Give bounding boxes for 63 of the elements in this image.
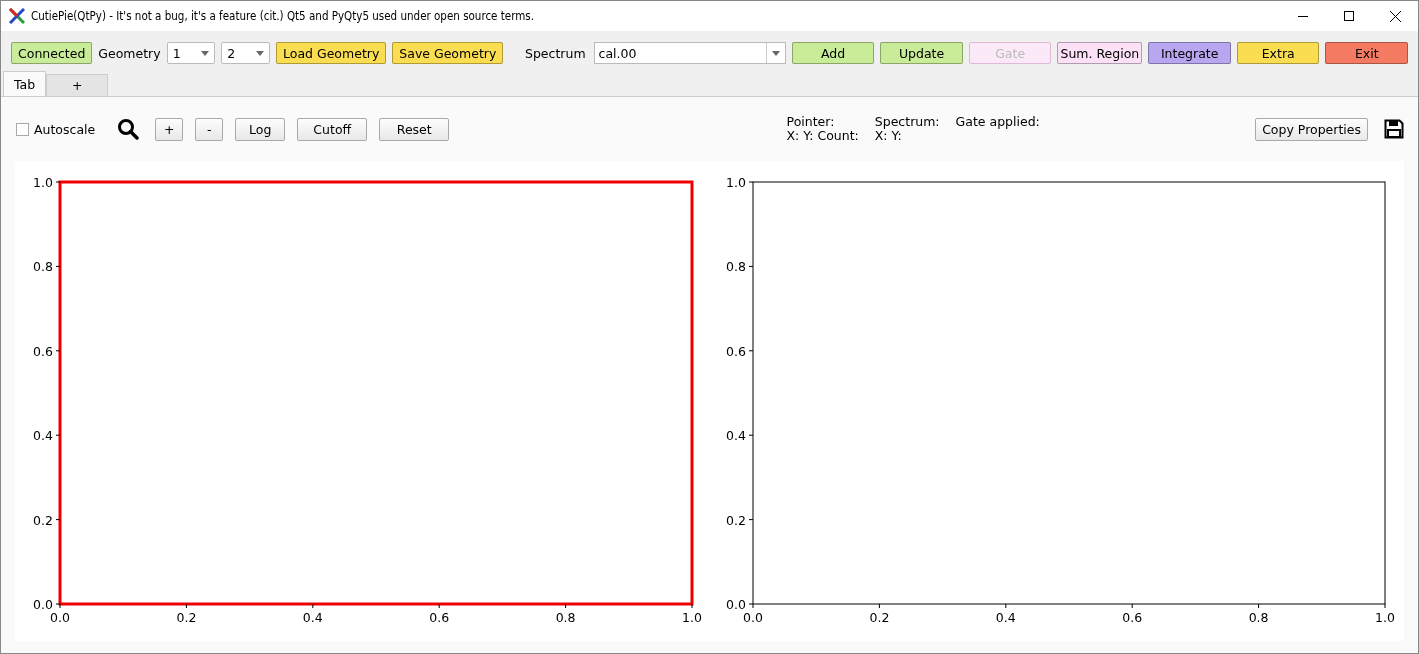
- field-label: Geometry: [98, 45, 161, 61]
- x-tick-label: 0.0: [50, 610, 70, 625]
- y-tick-label: 0.6: [33, 343, 53, 359]
- toolbar-button[interactable]: Extra: [1236, 42, 1320, 64]
- caret-icon: [256, 50, 265, 56]
- toolbar-button[interactable]: Update: [880, 42, 963, 64]
- y-tick-label: 0.0: [726, 597, 746, 612]
- toolbar-button[interactable]: Exit: [1325, 42, 1409, 64]
- y-tick-label: 1.0: [726, 175, 746, 190]
- toolbar-button[interactable]: Integrate: [1148, 42, 1231, 64]
- info-value: X: Y:: [874, 129, 902, 143]
- y-tick-label: 0.4: [726, 428, 746, 444]
- tab[interactable]: +: [46, 74, 109, 96]
- x-tick-label: 0.8: [1248, 610, 1269, 625]
- toolbar-button[interactable]: Log: [235, 117, 286, 141]
- toolbar-button[interactable]: -: [195, 117, 224, 141]
- close-icon: [1389, 10, 1401, 22]
- x-tick-label: 0.0: [743, 610, 763, 625]
- dropdown[interactable]: 1: [166, 42, 216, 64]
- info-label: Spectrum:: [874, 115, 940, 129]
- toolbar-button[interactable]: Add: [791, 42, 875, 64]
- dropdown[interactable]: 2: [221, 42, 271, 64]
- save-icon[interactable]: [1384, 119, 1404, 139]
- toolbar-button[interactable]: Cutoff: [297, 117, 368, 141]
- x-tick-label: 0.4: [995, 610, 1016, 625]
- copy-properties-button[interactable]: Copy Properties: [1255, 117, 1368, 141]
- toolbar-button[interactable]: Load Geometry: [276, 42, 387, 64]
- tab[interactable]: Tab: [3, 71, 47, 96]
- autoscale-checkbox[interactable]: [16, 122, 29, 136]
- field-label: Spectrum: [525, 45, 586, 61]
- info-value: X: Y: Count:: [786, 129, 859, 143]
- y-tick-label: 0.2: [33, 512, 53, 528]
- checkbox-label: Autoscale: [34, 121, 96, 137]
- caret-icon: [771, 50, 780, 56]
- window-title: CutiePie(QtPy) - It's not a bug, it's a feature (cit.) Qt5 and PyQty5 used under open source terms.: [31, 9, 535, 23]
- search-icon[interactable]: [117, 118, 140, 140]
- x-tick-label: 1.0: [682, 610, 702, 625]
- x-tick-label: 1.0: [1375, 610, 1395, 625]
- y-tick-label: 0.2: [726, 512, 746, 528]
- x-tick-label: 0.6: [429, 610, 450, 625]
- x-tick-label: 0.4: [302, 610, 323, 625]
- caret-icon: [201, 50, 210, 56]
- y-tick-label: 0.4: [33, 428, 53, 444]
- toolbar-button[interactable]: Sum. Region: [1057, 42, 1143, 64]
- y-tick-label: 0.0: [33, 597, 53, 612]
- y-tick-label: 0.8: [726, 259, 746, 275]
- info-label: Pointer:: [786, 115, 836, 129]
- x-tick-label: 0.8: [555, 610, 576, 625]
- app-logo-icon: [9, 8, 25, 24]
- y-tick-label: 0.8: [33, 259, 53, 275]
- x-tick-label: 0.2: [176, 610, 197, 625]
- toolbar-button[interactable]: Connected: [11, 42, 93, 64]
- maximize-icon: [1344, 11, 1354, 21]
- y-tick-label: 0.6: [726, 343, 746, 359]
- x-tick-label: 0.2: [869, 610, 890, 625]
- toolbar-button[interactable]: +: [155, 117, 184, 141]
- y-tick-label: 1.0: [33, 175, 53, 190]
- spectrum-combo[interactable]: cal.00: [593, 42, 786, 64]
- x-tick-label: 0.6: [1122, 610, 1143, 625]
- toolbar-button[interactable]: Reset: [379, 117, 450, 141]
- toolbar-button[interactable]: Save Geometry: [392, 42, 504, 64]
- info-label: Gate applied:: [955, 115, 1040, 129]
- plot-frame[interactable]: [58, 180, 694, 606]
